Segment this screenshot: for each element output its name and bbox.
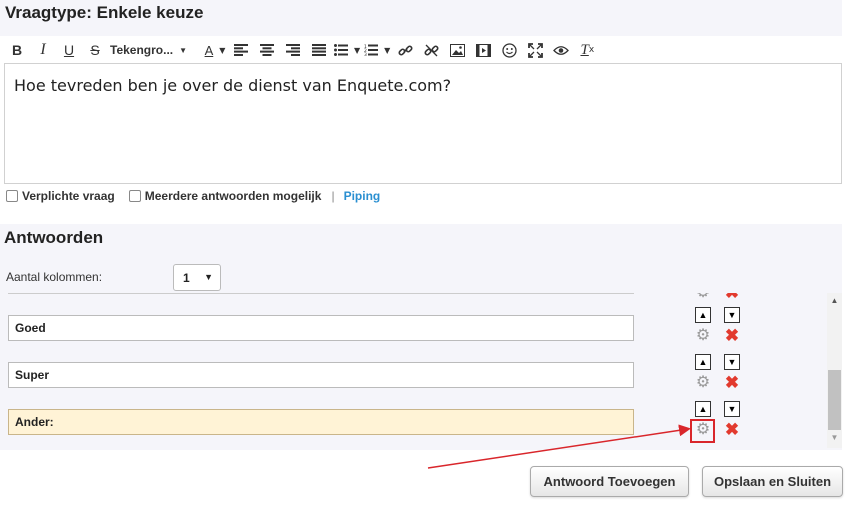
align-right-button[interactable] (282, 39, 304, 61)
gear-icon[interactable]: ⚙ (695, 422, 711, 438)
unlink-icon (424, 44, 439, 56)
multiple-label: Meerdere antwoorden mogelijk (144, 189, 322, 203)
align-center-icon (260, 44, 274, 56)
multiple-checkbox[interactable] (128, 190, 141, 202)
svg-text:3: 3 (364, 52, 367, 56)
smiley-icon (502, 42, 517, 58)
chevron-down-icon: ▼ (354, 45, 361, 55)
image-button[interactable] (446, 39, 468, 61)
x-icon[interactable]: ✖ (724, 421, 740, 438)
answer-field[interactable]: Ander: (8, 409, 634, 435)
bullet-list-dropdown[interactable]: ▼ (334, 39, 360, 61)
scroll-down-icon[interactable]: ▼ (827, 433, 842, 443)
align-center-button[interactable] (256, 39, 278, 61)
link-button[interactable] (394, 39, 416, 61)
answer-scrollbar[interactable]: ▲ ▼ (827, 293, 842, 448)
gear-icon[interactable]: ⚙ (695, 375, 711, 391)
triangle-up-icon[interactable]: ▲ (695, 307, 711, 323)
columns-label: Aantal kolommen: (6, 270, 103, 284)
numbered-list-icon: 123 (364, 44, 379, 56)
answers-title: Antwoorden (4, 228, 104, 247)
chevron-down-icon: ▼ (204, 272, 213, 282)
question-editor[interactable]: Hoe tevreden ben je over de dienst van E… (4, 63, 842, 184)
bold-button[interactable]: B (6, 39, 28, 61)
clear-format-sub: x (588, 45, 595, 55)
question-options: Verplichte vraag Meerdere antwoorden mog… (6, 187, 380, 205)
italic-button[interactable]: I (32, 39, 54, 61)
answer-field[interactable]: Super (8, 362, 634, 388)
video-icon (475, 43, 491, 57)
gear-icon[interactable]: ⚙ (695, 293, 711, 301)
unlink-button[interactable] (420, 39, 442, 61)
chevron-down-icon: ▼ (179, 45, 188, 55)
list-divider (8, 293, 634, 294)
x-icon[interactable]: ✖ (724, 374, 740, 391)
preview-button[interactable] (550, 39, 572, 61)
chevron-down-icon: ▼ (219, 45, 226, 55)
required-label: Verplichte vraag (22, 189, 115, 203)
options-separator: | (331, 189, 335, 203)
text-color-icon: A (204, 42, 214, 58)
link-icon (398, 44, 413, 56)
columns-value: 1 (183, 270, 190, 285)
required-checkbox[interactable] (6, 190, 18, 202)
strikethrough-button[interactable]: S (84, 39, 106, 61)
fullscreen-button[interactable] (524, 39, 546, 61)
answer-list: ⚙ ✖ Goed ▲ ▼ ⚙ ✖ Super ▲ ▼ ⚙ ✖ Ander: ▲ … (0, 293, 842, 448)
triangle-down-icon[interactable]: ▼ (724, 354, 740, 370)
chevron-down-icon: ▼ (384, 45, 391, 55)
triangle-down-icon[interactable]: ▼ (724, 401, 740, 417)
underline-button[interactable]: U (58, 39, 80, 61)
x-icon[interactable]: ✖ (724, 293, 740, 301)
x-icon[interactable]: ✖ (724, 327, 740, 344)
page-title: Vraagtype: Enkele keuze (5, 3, 204, 22)
required-option[interactable]: Verplichte vraag (6, 189, 115, 203)
font-size-dropdown[interactable]: Tekengro... ▼ (110, 39, 200, 61)
triangle-up-icon[interactable]: ▲ (695, 354, 711, 370)
align-left-icon (234, 44, 248, 56)
font-size-label: Tekengro... (110, 43, 174, 57)
bullet-list-icon (334, 44, 348, 56)
scroll-thumb[interactable] (828, 370, 841, 430)
triangle-down-icon[interactable]: ▼ (724, 307, 740, 323)
scroll-up-icon[interactable]: ▲ (827, 296, 842, 306)
save-close-button[interactable]: Opslaan en Sluiten (702, 466, 843, 497)
triangle-up-icon[interactable]: ▲ (695, 401, 711, 417)
question-text[interactable]: Hoe tevreden ben je over de dienst van E… (14, 76, 451, 95)
eye-icon (553, 45, 570, 55)
gear-icon[interactable]: ⚙ (695, 328, 711, 344)
align-left-button[interactable] (230, 39, 252, 61)
piping-link[interactable]: Piping (344, 189, 381, 203)
align-justify-icon (312, 44, 326, 56)
clear-format-button[interactable]: Tx (576, 39, 598, 61)
image-icon (449, 43, 465, 57)
numbered-list-dropdown[interactable]: 123 ▼ (364, 39, 390, 61)
emoji-button[interactable] (498, 39, 520, 61)
editor-toolbar: B I U S Tekengro... ▼ A ▼ ▼ 123 ▼ Tx (6, 38, 842, 62)
answer-field[interactable]: Goed (8, 315, 634, 341)
clear-format-icon: T (580, 41, 589, 58)
columns-select[interactable]: 1 ▼ (173, 264, 221, 291)
multiple-option[interactable]: Meerdere antwoorden mogelijk (128, 189, 322, 203)
fullscreen-icon (527, 42, 543, 58)
add-answer-button[interactable]: Antwoord Toevoegen (530, 466, 689, 497)
align-right-icon (286, 44, 300, 56)
align-justify-button[interactable] (308, 39, 330, 61)
video-button[interactable] (472, 39, 494, 61)
text-color-dropdown[interactable]: A ▼ (204, 39, 226, 61)
